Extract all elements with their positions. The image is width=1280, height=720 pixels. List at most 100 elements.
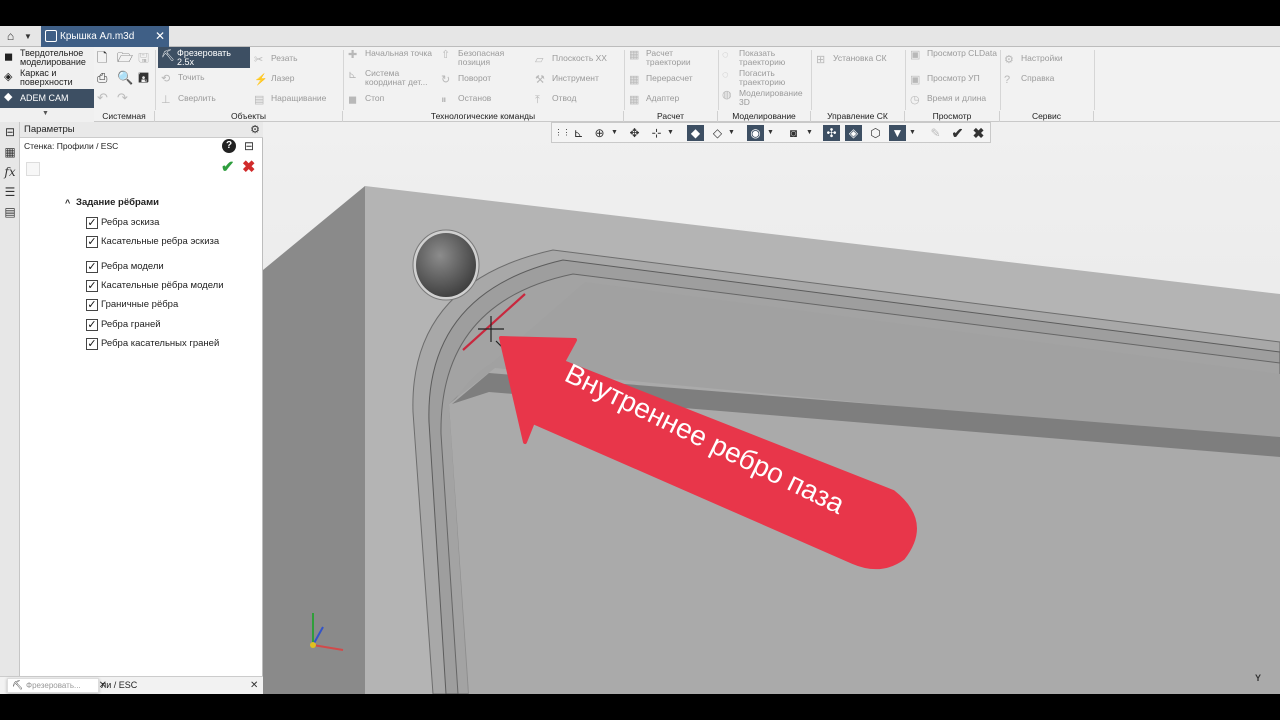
table-icon[interactable]: ▦ bbox=[3, 145, 17, 159]
build-button[interactable]: ▤ Наращивание bbox=[254, 94, 326, 107]
mode-adem-cam[interactable]: ◆ ADEM CAM bbox=[0, 89, 94, 108]
filter-dropdown-icon[interactable]: ▼ bbox=[908, 125, 917, 141]
model-view[interactable]: Внутреннее ребро паза bbox=[263, 122, 1280, 694]
new-file-icon[interactable]: 🗋 bbox=[97, 51, 111, 65]
checkbox-tangent-model-edges[interactable]: ✓ Касательные рёбра модели bbox=[86, 279, 224, 293]
orient-dropdown-icon[interactable]: ▼ bbox=[666, 125, 675, 141]
bottom-tab-profiles[interactable]: ли / ESC bbox=[101, 678, 137, 693]
save-icon[interactable]: 🖫 bbox=[138, 51, 152, 65]
chevron-up-icon[interactable]: ^ bbox=[65, 197, 70, 209]
mode-wireframe[interactable]: ◈ Каркас и поверхности bbox=[0, 69, 94, 87]
orient-icon[interactable]: ⊹ bbox=[648, 125, 665, 141]
settings-button[interactable]: ⚙ Настройки bbox=[1004, 54, 1063, 67]
checkbox-face-edges[interactable]: ✓ Ребра граней bbox=[86, 318, 161, 332]
checkbox-box[interactable]: ✓ bbox=[86, 217, 98, 229]
shaded-view-icon[interactable]: ◆ bbox=[687, 125, 704, 141]
select-edges-icon[interactable]: ⬡ bbox=[867, 125, 884, 141]
bottom-tab-milling[interactable]: ⛏ Фрезеровать... ✕ bbox=[7, 678, 107, 693]
checkbox-box[interactable]: ✓ bbox=[86, 236, 98, 248]
quick-access-dropdown-icon[interactable]: ▼ bbox=[24, 29, 34, 44]
gear-icon[interactable]: ⚙ bbox=[250, 122, 260, 138]
display-dropdown-icon[interactable]: ▼ bbox=[727, 125, 736, 141]
undo-icon[interactable]: ↶ bbox=[97, 91, 111, 105]
wireframe-view-icon[interactable]: ◇ bbox=[709, 125, 726, 141]
zoom-dropdown-icon[interactable]: ▼ bbox=[610, 125, 619, 141]
rotate-button[interactable]: ↻ Поворот bbox=[441, 74, 491, 87]
recalc-button[interactable]: ▦ Перерасчет bbox=[629, 74, 693, 87]
fit-view-icon[interactable]: ⊾ bbox=[570, 125, 587, 141]
checkbox-box[interactable]: ✓ bbox=[86, 261, 98, 273]
function-icon[interactable]: fx bbox=[3, 165, 17, 179]
cut-button[interactable]: ✂ Резать bbox=[254, 54, 298, 67]
open-folder-icon[interactable]: 🗁 bbox=[117, 51, 133, 65]
cancel-x-icon[interactable]: ✖ bbox=[242, 160, 255, 176]
close-icon[interactable]: ✕ bbox=[250, 678, 258, 693]
print-icon[interactable]: ⎙ bbox=[97, 71, 111, 85]
safe-position-button[interactable]: ⇧ Безопасная позиция bbox=[441, 49, 521, 67]
properties-icon[interactable]: ▤ bbox=[3, 205, 17, 219]
3d-viewport[interactable]: Внутреннее ребро паза bbox=[263, 122, 1280, 694]
start-point-button[interactable]: ✚ Начальная точка bbox=[348, 49, 440, 62]
drill-button[interactable]: ⊥ Сверлить bbox=[161, 94, 216, 107]
checkbox-box[interactable]: ✓ bbox=[86, 299, 98, 311]
select-faces-icon[interactable]: ◈ bbox=[845, 125, 862, 141]
tool-button[interactable]: ⚒ Инструмент bbox=[535, 74, 599, 87]
close-tab-icon[interactable]: ✕ bbox=[155, 26, 165, 47]
help-button[interactable]: ? Справка bbox=[1004, 74, 1054, 87]
checkbox-label: Касательные ребра эскиза bbox=[101, 236, 220, 247]
hide-dropdown-icon[interactable]: ▼ bbox=[766, 125, 775, 141]
tree-view-icon[interactable]: ⊟ bbox=[244, 139, 254, 153]
tree-icon[interactable]: ⊟ bbox=[3, 125, 17, 139]
redo-icon[interactable]: ↷ bbox=[117, 91, 131, 105]
checkbox-tangent-face-edges[interactable]: ✓ Ребра касательных граней bbox=[86, 337, 219, 351]
milling-button[interactable]: ⛏ Фрезеровать 2.5x bbox=[158, 47, 250, 68]
calc-path-button[interactable]: ▦ Расчет траектории bbox=[629, 49, 709, 67]
stop-button[interactable]: ◼ Стоп bbox=[348, 94, 384, 107]
zoom-icon[interactable]: ⊕ bbox=[591, 125, 608, 141]
checkbox-boundary-edges[interactable]: ✓ Граничные рёбра bbox=[86, 298, 178, 312]
laser-button[interactable]: ⚡ Лазер bbox=[254, 74, 294, 87]
set-cs-label: Установка СК bbox=[833, 53, 887, 63]
view-cldata-icon: ▣ bbox=[910, 49, 921, 61]
ok-check-icon[interactable]: ✔ bbox=[949, 125, 966, 141]
section-header[interactable]: ^ Задание рёбрами bbox=[65, 197, 159, 209]
selection-chip[interactable] bbox=[26, 162, 40, 176]
visibility-dropdown-icon[interactable]: ▼ bbox=[805, 125, 814, 141]
checkbox-sketch-edges[interactable]: ✓ Ребра эскиза bbox=[86, 216, 159, 230]
grip-icon[interactable]: ⋮⋮ bbox=[554, 125, 571, 141]
set-cs-button[interactable]: ⊞ Установка СК bbox=[816, 53, 887, 67]
cancel-x-icon[interactable]: ✖ bbox=[970, 125, 987, 141]
pan-icon[interactable]: ✥ bbox=[626, 125, 643, 141]
adapter-button[interactable]: ▦ Адаптер bbox=[629, 94, 679, 107]
checkbox-box[interactable]: ✓ bbox=[86, 338, 98, 350]
model-3d-button[interactable]: ◍ Моделирование 3D bbox=[722, 89, 810, 107]
snap-icon[interactable]: ✣ bbox=[823, 125, 840, 141]
plane-button[interactable]: ▱ Плоскость XX bbox=[535, 54, 607, 67]
view-cldata-button[interactable]: ▣ Просмотр CLData bbox=[910, 49, 998, 62]
document-tab[interactable]: Крышка Ал.m3d ✕ bbox=[41, 26, 169, 47]
turn-button[interactable]: ⟲ Точить bbox=[161, 73, 205, 86]
list-icon[interactable]: ☰ bbox=[3, 185, 17, 199]
hide-icon[interactable]: ◉ bbox=[747, 125, 764, 141]
filter-icon[interactable]: ▼ bbox=[889, 125, 906, 141]
hide-path-button[interactable]: ◌ Погасить траекторию bbox=[722, 69, 810, 87]
visibility-icon[interactable]: ◙ bbox=[785, 125, 802, 141]
help-icon[interactable]: ? bbox=[222, 139, 236, 153]
home-icon[interactable]: ⌂ bbox=[3, 29, 18, 44]
preview-icon[interactable]: 🔍 bbox=[117, 71, 133, 85]
expand-modes-icon[interactable]: ▼ bbox=[42, 110, 49, 117]
retract-button[interactable]: ⤒ Отвод bbox=[535, 94, 576, 107]
checkbox-model-edges[interactable]: ✓ Ребра модели bbox=[86, 260, 164, 274]
ok-check-icon[interactable]: ✔ bbox=[221, 160, 234, 176]
pencil-icon[interactable]: ✎ bbox=[927, 125, 944, 141]
halt-button[interactable]: ⏸ Останов bbox=[441, 94, 491, 107]
mode-solid-modeling[interactable]: ◼ Твердотельное моделирование bbox=[0, 49, 94, 67]
checkbox-box[interactable]: ✓ bbox=[86, 280, 98, 292]
cs-detail-button[interactable]: ⊾ Система координат дет... bbox=[348, 69, 440, 87]
save-as-icon[interactable]: 🖪 bbox=[138, 71, 152, 85]
checkbox-box[interactable]: ✓ bbox=[86, 319, 98, 331]
time-length-button[interactable]: ◷ Время и длина bbox=[910, 94, 986, 107]
view-up-button[interactable]: ▣ Просмотр УП bbox=[910, 74, 980, 87]
show-path-button[interactable]: ◌ Показать траекторию bbox=[722, 49, 810, 67]
checkbox-tangent-sketch-edges[interactable]: ✓ Касательные ребра эскиза bbox=[86, 235, 219, 249]
